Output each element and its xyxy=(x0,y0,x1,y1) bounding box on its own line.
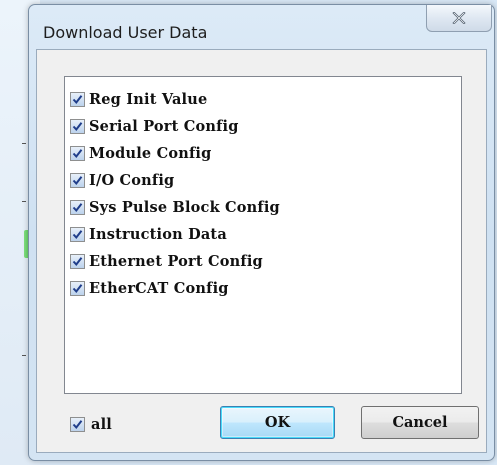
checkbox[interactable] xyxy=(70,145,85,161)
list-item-label: Instruction Data xyxy=(89,225,227,243)
download-user-data-dialog: Download User Data Reg Init Value Serial… xyxy=(28,4,495,461)
check-mark-icon xyxy=(72,121,83,131)
check-mark-icon xyxy=(72,256,83,266)
select-all-checkbox[interactable] xyxy=(70,416,85,432)
list-item-label: Reg Init Value xyxy=(89,90,208,108)
cancel-button[interactable]: Cancel xyxy=(361,406,479,439)
dialog-title: Download User Data xyxy=(43,23,208,42)
check-mark-icon xyxy=(72,283,83,293)
background-tick xyxy=(22,143,26,144)
checkbox[interactable] xyxy=(70,280,85,296)
checkbox[interactable] xyxy=(70,253,85,269)
select-all-label: all xyxy=(91,415,113,433)
check-mark-icon xyxy=(72,175,83,185)
checkbox[interactable] xyxy=(70,172,85,188)
select-all-checkbox-row[interactable]: all xyxy=(70,413,112,435)
list-item-io-config[interactable]: I/O Config xyxy=(70,167,174,193)
list-item-sys-pulse-block-config[interactable]: Sys Pulse Block Config xyxy=(70,194,280,220)
background-tick xyxy=(22,201,26,202)
check-mark-icon xyxy=(72,202,83,212)
config-checklist[interactable]: Reg Init Value Serial Port Config Module… xyxy=(64,76,462,394)
list-item-ethercat-config[interactable]: EtherCAT Config xyxy=(70,275,229,301)
dialog-client-area: Reg Init Value Serial Port Config Module… xyxy=(36,49,487,453)
list-item-label: Ethernet Port Config xyxy=(89,252,263,270)
checkbox[interactable] xyxy=(70,118,85,134)
ok-button[interactable]: OK xyxy=(220,406,335,439)
list-item-serial-port-config[interactable]: Serial Port Config xyxy=(70,113,239,139)
list-item-label: Module Config xyxy=(89,144,212,162)
title-bar[interactable]: Download User Data xyxy=(29,5,494,49)
check-mark-icon xyxy=(72,94,83,104)
check-mark-icon xyxy=(72,419,83,429)
list-item-label: I/O Config xyxy=(89,171,175,189)
checkbox[interactable] xyxy=(70,226,85,242)
close-button[interactable] xyxy=(426,5,492,32)
checkbox[interactable] xyxy=(70,199,85,215)
check-mark-icon xyxy=(72,229,83,239)
list-item-ethernet-port-config[interactable]: Ethernet Port Config xyxy=(70,248,263,274)
list-item-label: Sys Pulse Block Config xyxy=(89,198,280,216)
close-icon xyxy=(452,12,466,24)
list-item-label: Serial Port Config xyxy=(89,117,239,135)
list-item-reg-init-value[interactable]: Reg Init Value xyxy=(70,86,207,112)
background-tick xyxy=(22,355,26,356)
check-mark-icon xyxy=(72,148,83,158)
list-item-module-config[interactable]: Module Config xyxy=(70,140,211,166)
list-item-label: EtherCAT Config xyxy=(89,279,229,297)
list-item-instruction-data[interactable]: Instruction Data xyxy=(70,221,227,247)
checkbox[interactable] xyxy=(70,91,85,107)
